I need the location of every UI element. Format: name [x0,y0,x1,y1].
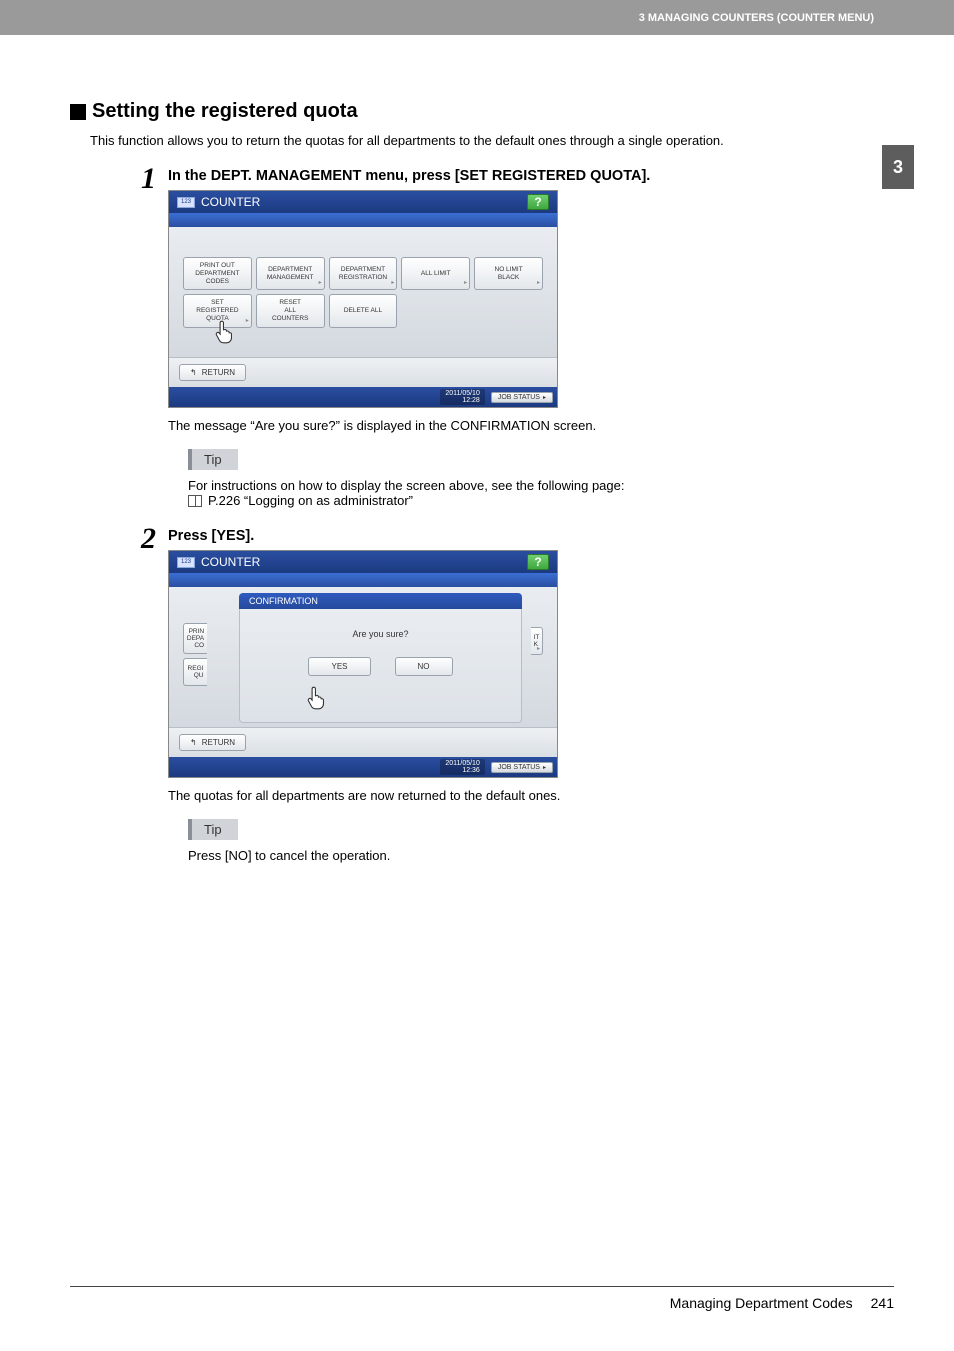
tip-body: Press [NO] to cancel the operation. [188,848,870,863]
all-limit-button[interactable]: ALL LIMIT▸ [401,257,470,290]
tip-line: For instructions on how to display the s… [188,478,870,493]
page-header: 3 MANAGING COUNTERS (COUNTER MENU) [0,0,954,35]
return-bar: ↰ RETURN [169,357,557,387]
square-bullet-icon [70,104,86,120]
arrow-up-left-icon: ↰ [190,368,197,377]
delete-all-button[interactable]: DELETE ALL [329,294,398,327]
return-button[interactable]: ↰ RETURN [179,734,246,751]
chevron-right-icon: ▸ [391,280,394,287]
screen-title: COUNTER [201,195,260,209]
step-result: The message “Are you sure?” is displayed… [168,418,870,433]
dept-management-button[interactable]: DEPARTMENT MANAGEMENT▸ [256,257,325,290]
tip-label: Tip [188,819,238,840]
counter-menu-icon: 123 [177,557,195,568]
step-number: 2 [130,524,156,554]
device-screen-1: 123 COUNTER ? PRINT OUT DEPARTMENT CODES… [168,190,558,408]
screen-titlebar: 123 COUNTER ? [169,191,557,213]
job-status-button[interactable]: JOB STATUS▸ [491,762,553,773]
chevron-right-icon: ▸ [543,764,546,771]
chevron-right-icon: ▸ [319,280,322,287]
timestamp: 2011/05/10 12:36 [440,759,485,775]
chevron-right-icon: ▸ [543,394,546,401]
breadcrumb: 3 MANAGING COUNTERS (COUNTER MENU) [639,12,874,24]
page-number: 241 [871,1295,894,1311]
screen-footer: 2011/05/10 12:36 JOB STATUS▸ [169,757,557,777]
screen-body: PRINT OUT DEPARTMENT CODES DEPARTMENT MA… [169,227,557,357]
dialog-message: Are you sure? [352,629,408,639]
arrow-up-left-icon: ↰ [190,738,197,747]
yes-button[interactable]: YES [308,657,370,676]
step-number: 1 [130,164,156,194]
bg-button-stub: PRIN DEPA CO [183,623,207,654]
chevron-right-icon: ▸ [464,280,467,287]
set-registered-quota-button[interactable]: SET REGISTERED QUOTA▸ [183,294,252,327]
no-button[interactable]: NO [395,657,453,676]
device-screen-2: 123 COUNTER ? PRIN DEPA CO REGI QU [168,550,558,778]
page-footer: Managing Department Codes 241 [70,1286,894,1311]
book-icon [188,495,202,507]
timestamp: 2011/05/10 12:28 [440,389,485,405]
step-2: 2 Press [YES]. 123 COUNTER ? [130,524,870,879]
return-button[interactable]: ↰ RETURN [179,364,246,381]
confirmation-dialog: CONFIRMATION Are you sure? YES NO [239,593,522,723]
tip-line: Press [NO] to cancel the operation. [188,848,870,863]
chapter-tab: 3 [882,145,914,189]
no-limit-black-button[interactable]: NO LIMIT BLACK▸ [474,257,543,290]
screen-titlebar: 123 COUNTER ? [169,551,557,573]
section-intro: This function allows you to return the q… [90,133,870,148]
tip-label: Tip [188,449,238,470]
bg-button-stub: REGI QU [183,658,207,686]
screen-ribbon [169,573,557,587]
section-heading: Setting the registered quota [70,100,870,123]
counter-menu-icon: 123 [177,197,195,208]
job-status-button[interactable]: JOB STATUS▸ [491,392,553,403]
bg-button-stub: IT K▸ [531,627,543,655]
printout-dept-codes-button[interactable]: PRINT OUT DEPARTMENT CODES [183,257,252,290]
step-1: 1 In the DEPT. MANAGEMENT menu, press [S… [130,164,870,524]
section-title-text: Setting the registered quota [92,100,358,123]
dept-registration-button[interactable]: DEPARTMENT REGISTRATION▸ [329,257,398,290]
tip-body: For instructions on how to display the s… [188,478,870,508]
step-title: Press [YES]. [168,528,870,544]
footer-section-title: Managing Department Codes [670,1295,853,1311]
screen-footer: 2011/05/10 12:28 JOB STATUS▸ [169,387,557,407]
screen-body: PRIN DEPA CO REGI QU IT K▸ CONFIRMATION … [169,587,557,727]
step-title: In the DEPT. MANAGEMENT menu, press [SET… [168,168,870,184]
screen-title: COUNTER [201,555,260,569]
chevron-right-icon: ▸ [537,280,540,287]
tip-reference: P.226 “Logging on as administrator” [208,493,413,508]
help-button[interactable]: ? [527,554,549,570]
chevron-right-icon: ▸ [246,318,249,325]
return-bar: ↰ RETURN [169,727,557,757]
chevron-right-icon: ▸ [537,645,540,652]
screen-ribbon [169,213,557,227]
dialog-header: CONFIRMATION [239,593,522,609]
step-result: The quotas for all departments are now r… [168,788,870,803]
help-button[interactable]: ? [527,194,549,210]
reset-all-counters-button[interactable]: RESET ALL COUNTERS [256,294,325,327]
